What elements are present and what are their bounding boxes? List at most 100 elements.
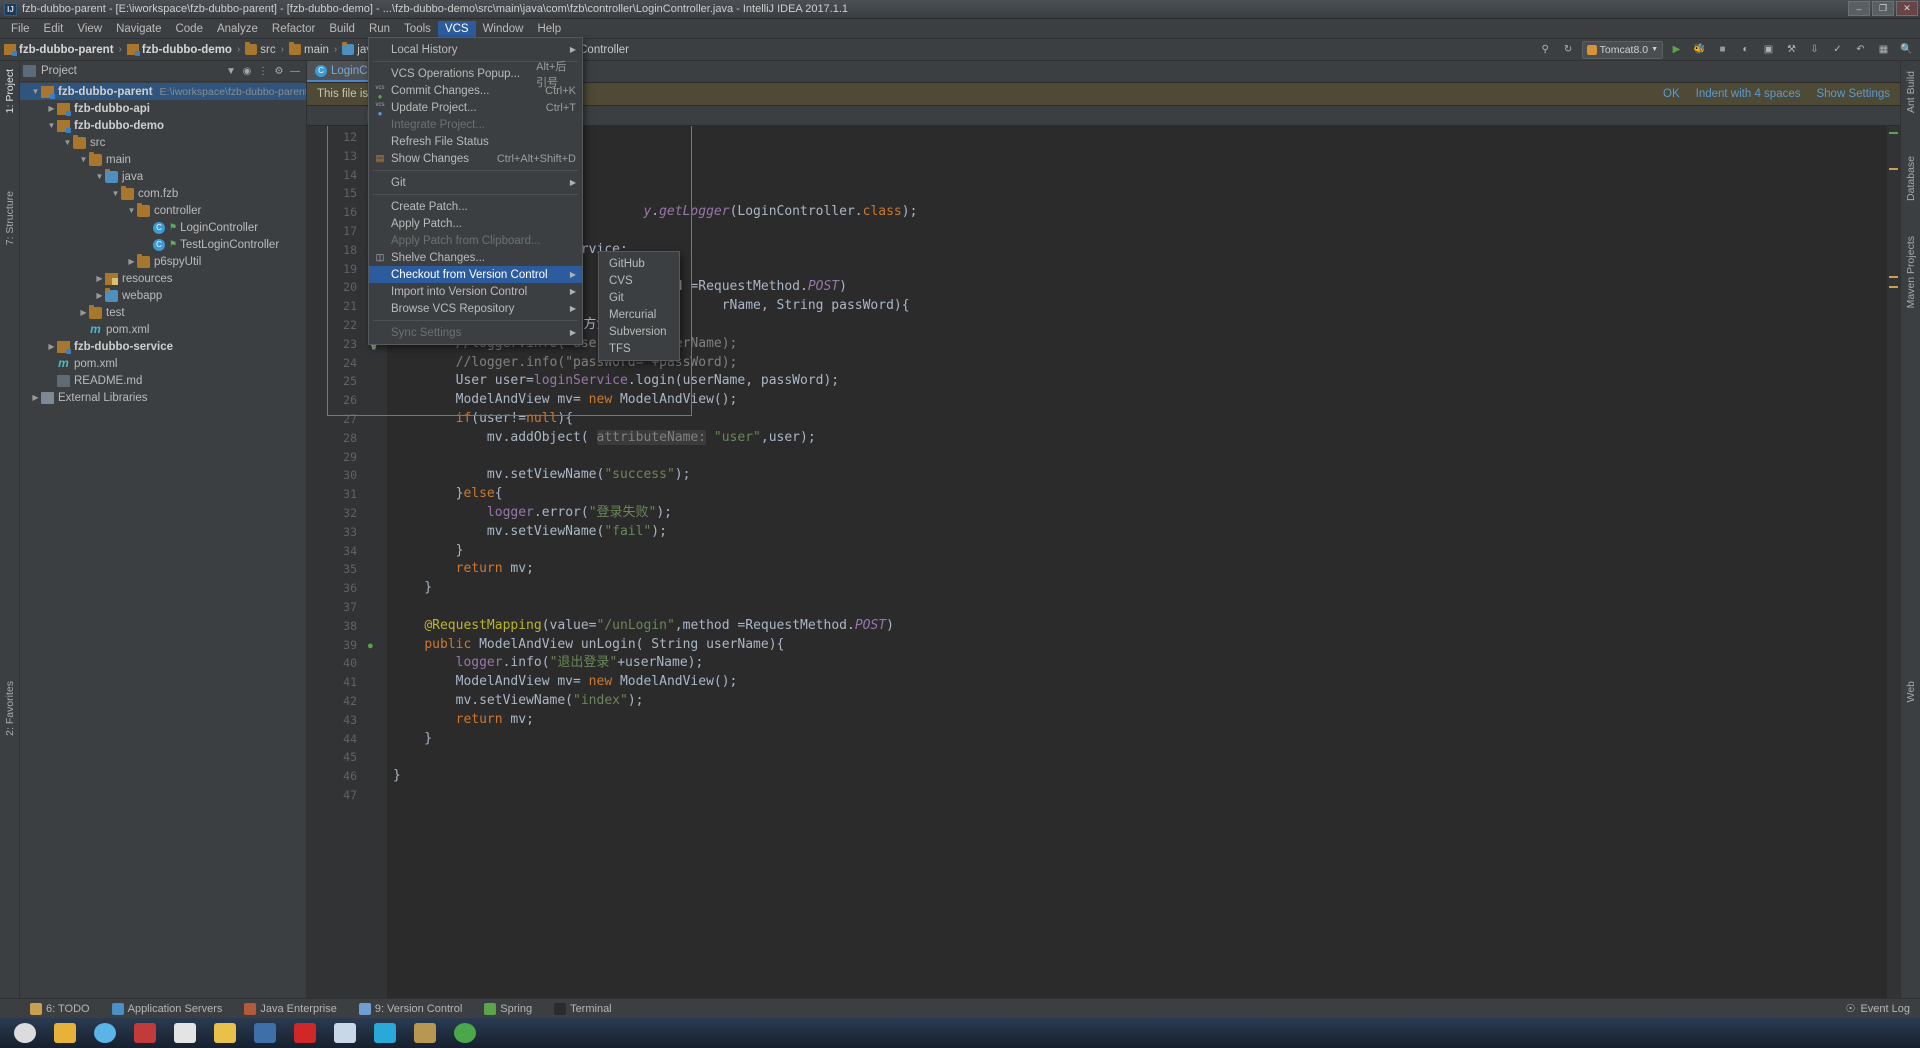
tree-node-external-libraries[interactable]: ▶ External Libraries xyxy=(20,389,306,406)
target-icon[interactable]: ◉ xyxy=(239,63,255,79)
gutter-marker-slot[interactable] xyxy=(363,786,387,805)
menu-code[interactable]: Code xyxy=(168,21,210,37)
gutter-marker-slot[interactable] xyxy=(363,560,387,579)
minimize-button[interactable]: – xyxy=(1848,1,1870,16)
settings-gear-icon[interactable]: ⚙ xyxy=(271,63,287,79)
chevron-right-icon[interactable]: ▶ xyxy=(30,393,41,402)
taskbar-icon[interactable] xyxy=(254,1023,276,1043)
tree-node-p6spyutil[interactable]: ▶ p6spyUtil xyxy=(20,253,306,270)
update-project-icon[interactable]: ⇩ xyxy=(1805,40,1824,59)
menu-window[interactable]: Window xyxy=(476,21,531,37)
tool-window-button-application-servers[interactable]: Application Servers xyxy=(111,1002,222,1015)
stop-icon[interactable]: ■ xyxy=(1713,40,1732,59)
event-log-button[interactable]: ☉ Event Log xyxy=(1846,1002,1910,1016)
menu-item-commit-changes[interactable]: vcs ● Commit Changes... Ctrl+K xyxy=(369,82,582,101)
gutter-marker-slot[interactable] xyxy=(363,391,387,410)
tree-node-test[interactable]: ▶ test xyxy=(20,304,306,321)
gutter-marker-slot[interactable] xyxy=(363,523,387,542)
menu-file[interactable]: File xyxy=(4,21,37,37)
taskbar-icon[interactable] xyxy=(374,1023,396,1043)
taskbar-icon[interactable] xyxy=(14,1023,36,1043)
collapse-all-icon[interactable]: ⋮ xyxy=(255,63,271,79)
menu-item-apply-patch[interactable]: Apply Patch... xyxy=(369,215,582,232)
commit-icon[interactable]: ✓ xyxy=(1828,40,1847,59)
search-everywhere-icon[interactable]: ⚲ xyxy=(1536,40,1555,59)
menu-item-checkout-from-version-control[interactable]: Checkout from Version Control ▶ xyxy=(369,266,582,283)
gutter-marker-slot[interactable] xyxy=(363,448,387,467)
sidebar-item-ant-build[interactable]: Ant Build xyxy=(1905,71,1917,113)
sidebar-item-maven-projects[interactable]: Maven Projects xyxy=(1905,236,1917,308)
gutter-marker-slot[interactable] xyxy=(363,354,387,373)
tool-window-button-6-todo[interactable]: 6: TODO xyxy=(30,1002,90,1015)
gutter-marker-slot[interactable] xyxy=(363,730,387,749)
gutter-marker-slot[interactable] xyxy=(363,410,387,429)
tree-node-fzb-dubbo-service[interactable]: ▶ fzb-dubbo-service xyxy=(20,338,306,355)
layout-icon[interactable]: ▦ xyxy=(1874,40,1893,59)
run-icon[interactable]: ▶ xyxy=(1667,40,1686,59)
menu-item-update-project[interactable]: vcs ● Update Project... Ctrl+T xyxy=(369,99,582,118)
sidebar-item-web[interactable]: Web xyxy=(1905,681,1917,702)
menu-help[interactable]: Help xyxy=(530,21,568,37)
menu-item-vcs-operations-popup[interactable]: VCS Operations Popup... Alt+后引号 xyxy=(369,61,582,89)
menu-item-show-changes[interactable]: ▤ Show Changes Ctrl+Alt+Shift+D xyxy=(369,150,582,167)
tree-node-fzb-dubbo-parent[interactable]: ▼ fzb-dubbo-parent E:\iworkspace\fzb-dubbo… xyxy=(20,83,306,100)
gutter-marker-slot[interactable] xyxy=(363,598,387,617)
tree-node-pom-xml[interactable]: m pom.xml xyxy=(20,355,306,372)
gutter-marker-slot[interactable] xyxy=(363,504,387,523)
tool-window-button-terminal[interactable]: Terminal xyxy=(554,1002,612,1015)
notification-settings-link[interactable]: Show Settings xyxy=(1816,88,1890,100)
tree-node-controller[interactable]: ▼ controller xyxy=(20,202,306,219)
gutter-marker-slot[interactable] xyxy=(363,429,387,448)
close-button[interactable]: ✕ xyxy=(1896,1,1918,16)
tree-node-testlogincontroller[interactable]: C ⚑ TestLoginController xyxy=(20,236,306,253)
gutter-marker-slot[interactable] xyxy=(363,542,387,561)
sidebar-item-project[interactable]: 1: Project xyxy=(4,69,16,113)
tree-node-main[interactable]: ▼ main xyxy=(20,151,306,168)
vcs-menu-popup[interactable]: Local History ▶ VCS Operations Popup... Alt… xyxy=(368,37,583,345)
menu-item-refresh-file-status[interactable]: Refresh File Status xyxy=(369,133,582,150)
gutter-marker-slot[interactable] xyxy=(363,485,387,504)
profile-icon[interactable]: ▣ xyxy=(1759,40,1778,59)
taskbar-icon[interactable] xyxy=(334,1023,356,1043)
breadcrumb-item-src[interactable]: src xyxy=(245,42,276,56)
breadcrumb-item-fzb-dubbo-demo[interactable]: fzb-dubbo-demo xyxy=(126,44,232,56)
gutter-marker-slot[interactable] xyxy=(363,617,387,636)
chevron-right-icon[interactable]: ▶ xyxy=(46,342,57,351)
menu-view[interactable]: View xyxy=(70,21,109,37)
tree-node-src[interactable]: ▼ src xyxy=(20,134,306,151)
menu-navigate[interactable]: Navigate xyxy=(109,21,168,37)
search-icon[interactable]: 🔍 xyxy=(1897,40,1916,59)
tool-window-button-java-enterprise[interactable]: Java Enterprise xyxy=(244,1002,337,1015)
checkout-from-version-control-submenu[interactable]: GitHub CVS Git Mercurial Subversion TFS xyxy=(598,251,680,361)
menu-build[interactable]: Build xyxy=(322,21,362,37)
tool-window-button-9-version-control[interactable]: 9: Version Control xyxy=(358,1002,462,1015)
run-configuration-selector[interactable]: Tomcat8.0 ▼ xyxy=(1581,40,1663,59)
menu-item-import-into-version-control[interactable]: Import into Version Control ▶ xyxy=(369,283,582,300)
taskbar-icon[interactable] xyxy=(214,1023,236,1043)
sidebar-item-favorites[interactable]: 2: Favorites xyxy=(4,681,16,736)
maximize-button[interactable]: ❐ xyxy=(1872,1,1894,16)
taskbar-icon[interactable] xyxy=(94,1023,116,1043)
gutter-marker-slot[interactable] xyxy=(363,372,387,391)
menu-item-shelve-changes[interactable]: ◫ Shelve Changes... xyxy=(369,249,582,266)
chevron-right-icon[interactable]: ▶ xyxy=(94,274,105,283)
submenu-item-mercurial[interactable]: Mercurial xyxy=(599,306,679,323)
menu-edit[interactable]: Edit xyxy=(37,21,71,37)
tree-node-com-fzb[interactable]: ▼ com.fzb xyxy=(20,185,306,202)
sidebar-item-database[interactable]: Database xyxy=(1905,156,1917,201)
gutter-marker-slot[interactable] xyxy=(363,748,387,767)
breadcrumb-item-main[interactable]: main xyxy=(288,42,329,56)
gutter-marker-slot[interactable]: ● xyxy=(363,636,387,655)
chevron-down-icon[interactable]: ▼ xyxy=(30,87,41,96)
gutter-marker-slot[interactable] xyxy=(363,579,387,598)
gutter-marker-slot[interactable] xyxy=(363,673,387,692)
chevron-down-icon[interactable]: ▼ xyxy=(126,206,137,215)
taskbar-icon[interactable] xyxy=(294,1023,316,1043)
build-icon[interactable]: ⚒ xyxy=(1782,40,1801,59)
menu-item-git[interactable]: Git ▶ xyxy=(369,174,582,191)
submenu-item-github[interactable]: GitHub xyxy=(599,255,679,272)
hide-icon[interactable]: ― xyxy=(287,63,303,79)
chevron-right-icon[interactable]: ▶ xyxy=(94,291,105,300)
tree-node-webapp[interactable]: ▶ webapp xyxy=(20,287,306,304)
taskbar-icon[interactable] xyxy=(54,1023,76,1043)
